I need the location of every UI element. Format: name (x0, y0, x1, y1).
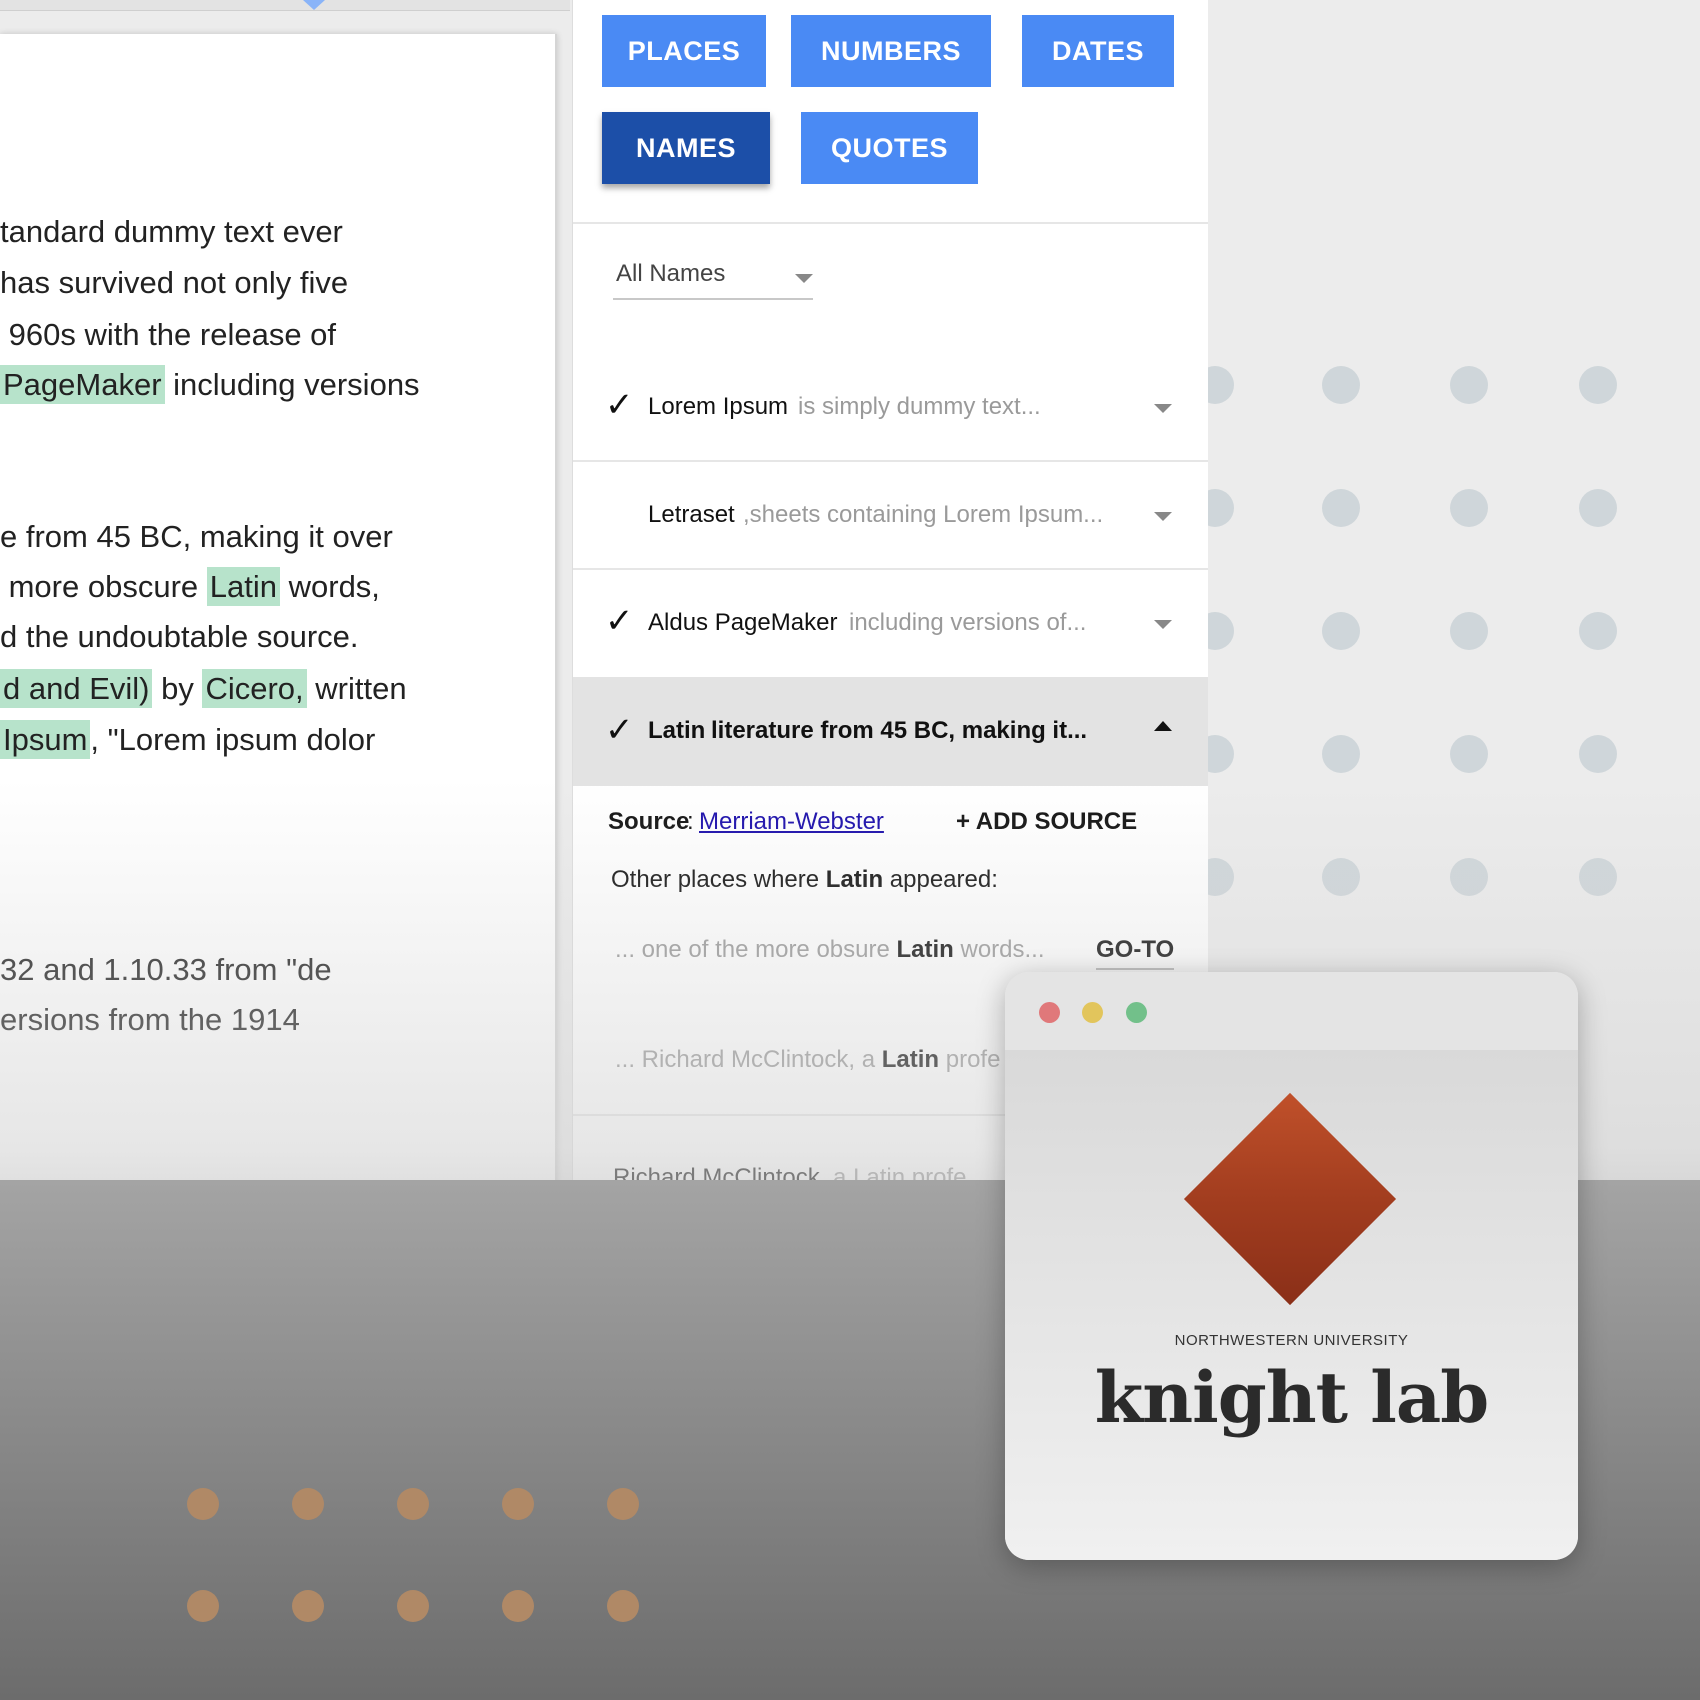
divider (573, 222, 1208, 224)
chevron-down-icon[interactable] (1154, 512, 1172, 521)
category-numbers-button[interactable]: NUMBERS (791, 15, 991, 87)
source-label: Source (608, 808, 690, 835)
highlight-pagemaker[interactable]: PageMaker (0, 365, 165, 404)
entry-snippet: literature from 45 BC, making it... (711, 717, 1088, 744)
category-names-button[interactable]: NAMES (602, 112, 770, 184)
check-icon: ✓ (605, 386, 634, 424)
chevron-down-icon (795, 274, 813, 283)
knight-lab-diamond-logo (1183, 1092, 1397, 1306)
logo-wordmark: knight lab (1094, 1356, 1489, 1439)
entry-name: Letraset (648, 501, 735, 528)
other-places-heading: Other places where Latin appeared: (611, 866, 998, 893)
doc-line: more obscure Latin words, (0, 567, 380, 606)
entry-name: Lorem Ipsum (648, 393, 789, 420)
name-entry-lorem-ipsum[interactable]: ✓ Lorem Ipsum is simply dummy text... (573, 355, 1208, 461)
check-icon: ✓ (605, 711, 634, 749)
doc-line: d the undoubtable source. (0, 619, 359, 654)
logo-university: NORTHWESTERN UNIVERSITY (1174, 1332, 1409, 1349)
close-window-icon[interactable] (1039, 1002, 1060, 1023)
entry-snippet: ,sheets containing Lorem Ipsum... (743, 501, 1104, 528)
chevron-up-icon[interactable] (1154, 721, 1172, 731)
category-dates-button[interactable]: DATES (1022, 15, 1174, 87)
name-entry-letraset[interactable]: Letraset ,sheets containing Lorem Ipsum.… (573, 463, 1208, 569)
names-filter-select[interactable]: All Names (613, 256, 813, 300)
highlight-latin[interactable]: Latin (206, 567, 280, 606)
entry-name: Latin (648, 717, 706, 744)
source-colon: : (687, 808, 694, 835)
highlight-ipsum[interactable]: Ipsum (0, 720, 91, 759)
doc-line: e from 45 BC, making it over (0, 519, 393, 554)
doc-line: 960s with the release of (0, 317, 337, 352)
doc-line: PageMaker including versions (0, 365, 420, 404)
category-places-button[interactable]: PLACES (602, 15, 766, 87)
doc-line: 32 and 1.10.33 from "de (0, 952, 332, 987)
occurrence-item: ... Richard McClintock, a Latin profe (615, 1046, 1001, 1073)
filter-label: All Names (616, 260, 726, 287)
divider (573, 568, 1208, 570)
highlight-cicero[interactable]: Cicero, (202, 669, 307, 708)
name-entry-aldus-pagemaker[interactable]: ✓ Aldus PageMaker including versions of.… (573, 571, 1208, 677)
chevron-down-icon[interactable] (1154, 404, 1172, 413)
minimize-window-icon[interactable] (1082, 1002, 1103, 1023)
name-entry-latin[interactable]: ✓ Latin literature from 45 BC, making it… (573, 677, 1208, 786)
highlight-good-and-evil[interactable]: d and Evil) (0, 669, 153, 708)
logo-window: NORTHWESTERN UNIVERSITY knight lab (1005, 972, 1578, 1560)
doc-line: Ipsum, "Lorem ipsum dolor (0, 720, 375, 759)
add-source-button[interactable]: + ADD SOURCE (956, 808, 1137, 836)
window-titlebar (1005, 972, 1578, 1050)
check-icon: ✓ (605, 602, 634, 640)
ruler[interactable] (0, 0, 570, 11)
window-body: NORTHWESTERN UNIVERSITY knight lab (1005, 1050, 1578, 1560)
doc-line: tandard dummy text ever (0, 214, 343, 249)
indent-marker[interactable] (303, 0, 325, 10)
chevron-down-icon[interactable] (1154, 620, 1172, 629)
entry-snippet: is simply dummy text... (798, 393, 1041, 420)
divider (573, 460, 1208, 462)
occurrence-item: ... one of the more obsure Latin words..… (615, 936, 1045, 963)
goto-button[interactable]: GO-TO (1096, 936, 1175, 970)
entry-name: Aldus PageMaker (648, 609, 838, 636)
maximize-window-icon[interactable] (1126, 1002, 1147, 1023)
category-quotes-button[interactable]: QUOTES (801, 112, 978, 184)
doc-line: has survived not only five (0, 265, 349, 300)
document-page[interactable]: tandard dummy text ever has survived not… (0, 34, 557, 1200)
scene: tandard dummy text ever has survived not… (0, 0, 1700, 1700)
entry-snippet: including versions of... (849, 609, 1087, 636)
source-link[interactable]: Merriam-Webster (699, 808, 884, 836)
doc-line: d and Evil) by Cicero, written (0, 669, 407, 708)
doc-line: ersions from the 1914 (0, 1002, 300, 1037)
